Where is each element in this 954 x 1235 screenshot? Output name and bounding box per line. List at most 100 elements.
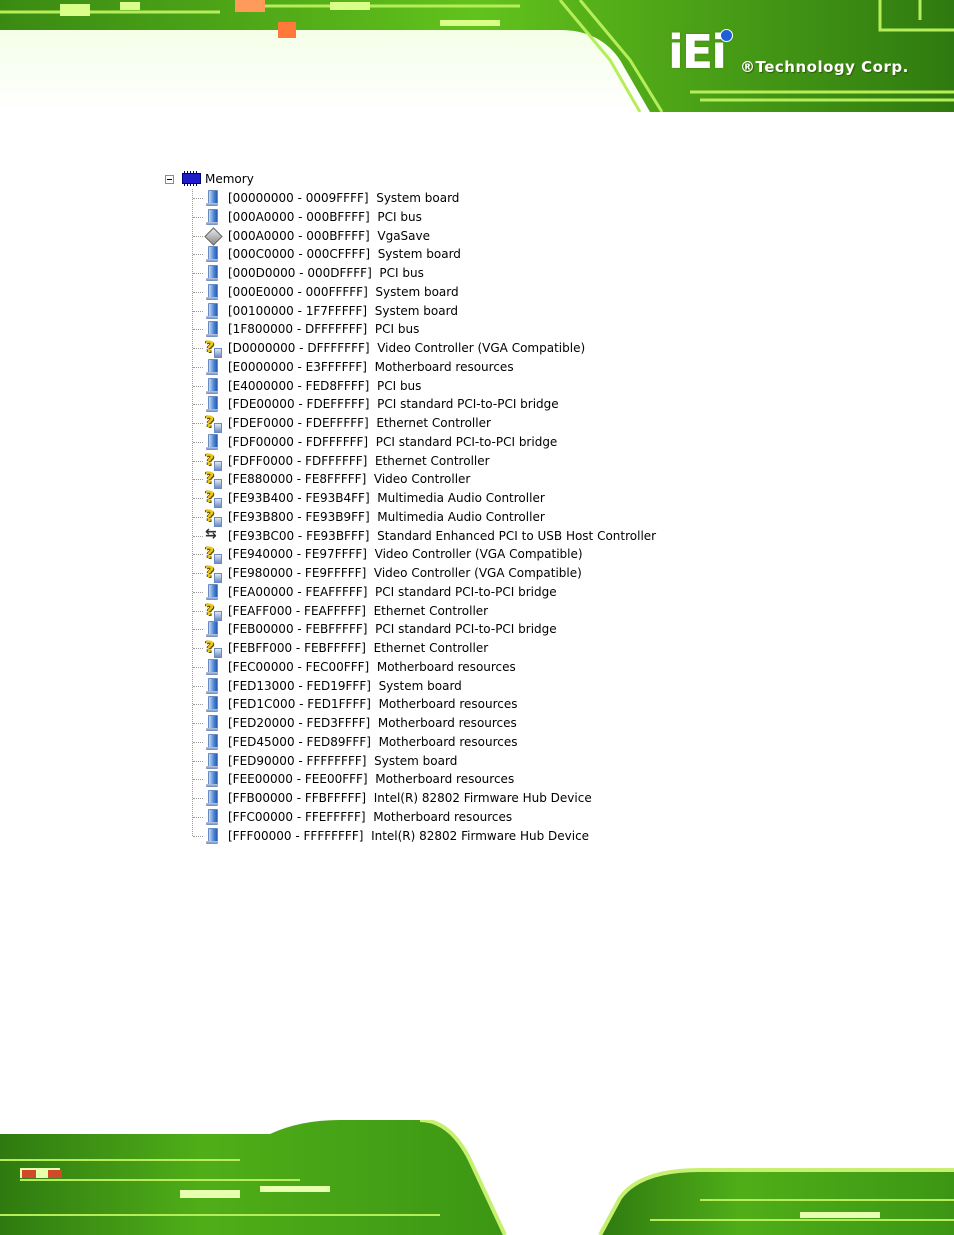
device-name: PCI bus: [379, 266, 424, 280]
tree-item[interactable]: [FEBFF000 - FEBFFFFF] Ethernet Controlle…: [160, 637, 680, 658]
system-device-icon: [204, 358, 222, 376]
tree-item[interactable]: [FED13000 - FED19FFF] System board: [160, 677, 680, 696]
memory-range: [FE940000 - FE97FFFF]: [228, 547, 367, 562]
tree-item[interactable]: [FE880000 - FE8FFFFF] Video Controller: [160, 468, 680, 490]
unknown-device-icon: [204, 562, 222, 583]
logo-tagline: ®Technology Corp.: [740, 58, 909, 76]
memory-range: [E0000000 - E3FFFFFF]: [228, 359, 367, 374]
tree-item-label: [FED13000 - FED19FFF] System board: [228, 678, 462, 694]
tree-item[interactable]: [FEC00000 - FEC00FFF] Motherboard resour…: [160, 658, 680, 677]
tree-item[interactable]: [FE93BC00 - FE93BFFF] Standard Enhanced …: [160, 526, 680, 546]
tree-branch-line: [193, 254, 203, 256]
memory-range: [000D0000 - 000DFFFF]: [228, 266, 372, 280]
tree-item-label: [00100000 - 1F7FFFFF] System board: [228, 303, 458, 319]
page-footer-banner: [0, 1120, 954, 1235]
tree-item[interactable]: [FFC00000 - FFEFFFFF] Motherboard resour…: [160, 808, 680, 827]
tree-item[interactable]: [FEB00000 - FEBFFFFF] PCI standard PCI-t…: [160, 620, 680, 639]
system-device-icon: [204, 808, 222, 826]
logo-mark: iEi: [668, 25, 727, 79]
tree-item-label: [FEA00000 - FEAFFFFF] PCI standard PCI-t…: [228, 584, 557, 600]
tree-branch-line: [193, 441, 203, 443]
memory-range: [FED45000 - FED89FFF]: [228, 734, 371, 749]
tree-item-label: [FDE00000 - FDEFFFFF] PCI standard PCI-t…: [228, 396, 559, 412]
unknown-device-icon: [204, 600, 222, 621]
system-device-icon: [204, 190, 222, 207]
device-name: System board: [377, 247, 461, 262]
tree-item-label: [000A0000 - 000BFFFF] PCI bus: [228, 209, 422, 225]
device-name: Multimedia Audio Controller: [377, 491, 545, 505]
tree-item[interactable]: [E0000000 - E3FFFFFF] Motherboard resour…: [160, 358, 680, 377]
tree-branch-line: [193, 723, 203, 724]
system-device-icon: [204, 677, 222, 695]
tree-branch-line: [193, 685, 203, 687]
tree-item[interactable]: [000D0000 - 000DFFFF] PCI bus: [160, 264, 680, 283]
device-name: Multimedia Audio Controller: [377, 509, 545, 524]
tree-branch-line: [193, 666, 203, 668]
tree-item[interactable]: [FEA00000 - FEAFFFFF] PCI standard PCI-t…: [160, 583, 680, 602]
tree-branch-line: [193, 273, 203, 274]
tree-item-label: [FED20000 - FED3FFFF] Motherboard resour…: [228, 715, 517, 731]
tree-item[interactable]: [FDEF0000 - FDEFFFFF] Ethernet Controlle…: [160, 412, 680, 433]
tree-item-label: [FDEF0000 - FDEFFFFF] Ethernet Controlle…: [228, 415, 491, 431]
tree-item[interactable]: [D0000000 - DFFFFFFF] Video Controller (…: [160, 337, 680, 358]
tree-item-label: [FFC00000 - FFEFFFFF] Motherboard resour…: [228, 809, 512, 825]
memory-range: [FED90000 - FFFFFFFF]: [228, 753, 367, 768]
tree-item[interactable]: [FE93B800 - FE93B9FF] Multimedia Audio C…: [160, 506, 680, 527]
tree-branch-line: [193, 291, 203, 293]
tree-item[interactable]: [FDF00000 - FDFFFFFF] PCI standard PCI-t…: [160, 433, 680, 452]
memory-range: [FE93B800 - FE93B9FF]: [228, 509, 370, 524]
tree-item[interactable]: [FE980000 - FE9FFFFF] Video Controller (…: [160, 562, 680, 583]
tree-item[interactable]: [00100000 - 1F7FFFFF] System board: [160, 302, 680, 321]
tree-item[interactable]: [000A0000 - 000BFFFF] PCI bus: [160, 208, 680, 227]
tree-item[interactable]: [FED90000 - FFFFFFFF] System board: [160, 752, 680, 771]
tree-item-label: [FDFF0000 - FDFFFFFF] Ethernet Controlle…: [228, 453, 490, 469]
tree-root-memory[interactable]: Memory: [160, 170, 360, 189]
tree-item[interactable]: [000E0000 - 000FFFFF] System board: [160, 283, 680, 302]
tree-item[interactable]: [FEE00000 - FEE00FFF] Motherboard resour…: [160, 770, 680, 789]
tree-item[interactable]: [FDE00000 - FDEFFFFF] PCI standard PCI-t…: [160, 395, 680, 414]
device-name: PCI standard PCI-to-PCI bridge: [375, 622, 557, 637]
tree-branch-line: [193, 516, 203, 518]
memory-range: [FEE00000 - FEE00FFF]: [228, 772, 368, 787]
unknown-device-icon: [204, 450, 222, 471]
tree-item-label: [FED1C000 - FED1FFFF] Motherboard resour…: [228, 696, 518, 712]
system-device-icon: [204, 433, 222, 451]
tree-item[interactable]: [000C0000 - 000CFFFF] System board: [160, 245, 680, 264]
tree-item[interactable]: [000A0000 - 000BFFFF] VgaSave: [160, 227, 680, 246]
tree-item[interactable]: [E4000000 - FED8FFFF] PCI bus: [160, 377, 680, 396]
tree-children: [00000000 - 0009FFFF] System board [000A0…: [160, 189, 680, 845]
tree-item[interactable]: [FED20000 - FED3FFFF] Motherboard resour…: [160, 714, 680, 733]
tree-branch-line: [193, 554, 203, 556]
tree-item-label: [00000000 - 0009FFFF] System board: [228, 190, 459, 206]
tree-item[interactable]: [FE93B400 - FE93B4FF] Multimedia Audio C…: [160, 487, 680, 508]
tree-branch-line: [193, 760, 203, 762]
tree-item-label: [FE980000 - FE9FFFFF] Video Controller (…: [228, 565, 582, 581]
device-name: System board: [374, 303, 458, 318]
tree-item[interactable]: [00000000 - 0009FFFF] System board: [160, 189, 680, 208]
device-name: System board: [375, 284, 459, 299]
tree-item-label: [FED45000 - FED89FFF] Motherboard resour…: [228, 734, 518, 750]
tree-item[interactable]: [FED1C000 - FED1FFFF] Motherboard resour…: [160, 695, 680, 714]
memory-range: [FE93BC00 - FE93BFFF]: [228, 528, 370, 543]
tree-branch-line: [193, 216, 203, 218]
tree-item[interactable]: [1F800000 - DFFFFFFF] PCI bus: [160, 320, 680, 339]
tree-item[interactable]: [FEAFF000 - FEAFFFFF] Ethernet Controlle…: [160, 600, 680, 621]
system-device-icon: [204, 733, 222, 751]
tree-item[interactable]: [FED45000 - FED89FFF] Motherboard resour…: [160, 733, 680, 752]
tree-branch-line: [193, 835, 203, 837]
tree-branch-line: [193, 329, 203, 331]
tree-item[interactable]: [FFB00000 - FFBFFFFF] Intel(R) 82802 Fir…: [160, 789, 680, 808]
memory-range: [FDFF0000 - FDFFFFFF]: [228, 453, 368, 468]
device-name: Intel(R) 82802 Firmware Hub Device: [371, 828, 590, 843]
memory-range: [FE93B400 - FE93B4FF]: [228, 491, 370, 505]
memory-range: [FDEF0000 - FDEFFFFF]: [228, 416, 369, 430]
system-device-icon: [204, 246, 222, 263]
device-name: PCI standard PCI-to-PCI bridge: [375, 434, 558, 449]
tree-item[interactable]: [FE940000 - FE97FFFF] Video Controller (…: [160, 543, 680, 565]
device-name: System board: [376, 191, 460, 205]
tree-item[interactable]: [FDFF0000 - FDFFFFFF] Ethernet Controlle…: [160, 450, 680, 471]
tree-item[interactable]: [FFF00000 - FFFFFFFF] Intel(R) 82802 Fir…: [160, 827, 680, 846]
device-name: Video Controller (VGA Compatible): [377, 341, 586, 355]
memory-range: [FED20000 - FED3FFFF]: [228, 716, 371, 730]
collapse-expander-icon[interactable]: [165, 175, 174, 184]
